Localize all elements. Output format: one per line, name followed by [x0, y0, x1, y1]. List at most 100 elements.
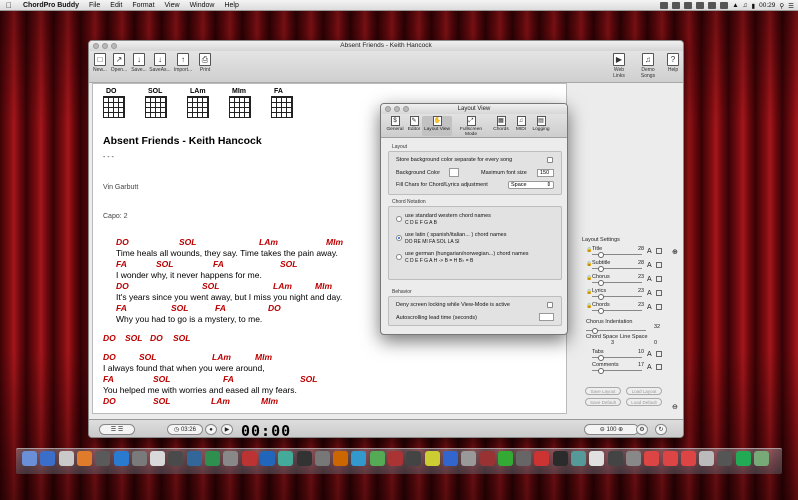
tray-icon[interactable]: [684, 2, 693, 9]
dock-app-icon[interactable]: [589, 451, 605, 466]
dock-app-icon[interactable]: [388, 451, 403, 466]
tab-logging[interactable]: ▤ Logging: [530, 116, 552, 132]
dock-app-icon[interactable]: [186, 451, 202, 466]
dock-app-icon[interactable]: [131, 451, 147, 466]
tray-icon[interactable]: [720, 2, 729, 9]
font-size-slider[interactable]: [592, 252, 642, 258]
font-size-slider[interactable]: [592, 280, 642, 286]
dock-app-icon[interactable]: [351, 451, 367, 466]
tray-icon[interactable]: [660, 2, 669, 9]
open-button[interactable]: ↗ Open...: [108, 53, 130, 73]
dock-app-icon[interactable]: [680, 451, 696, 466]
tab-layout-view[interactable]: ✋ Layout View: [422, 116, 452, 136]
dock-app-icon[interactable]: [259, 451, 275, 466]
menu-format[interactable]: Format: [127, 2, 159, 9]
zoom-button[interactable]: [111, 43, 117, 49]
latin-notation-radio[interactable]: [396, 235, 402, 241]
tab-fullscreen-mode[interactable]: ⤢ Fullscreen Mode: [454, 116, 488, 137]
menu-edit[interactable]: Edit: [105, 2, 127, 9]
settings-gear-icon[interactable]: ⚙: [636, 424, 648, 435]
zoom-out-icon[interactable]: ⊖: [672, 403, 678, 411]
close-button[interactable]: [93, 43, 99, 49]
dock-app-icon[interactable]: [40, 451, 56, 466]
volume-icon[interactable]: ♫: [743, 2, 748, 9]
menu-file[interactable]: File: [84, 2, 105, 9]
font-icon[interactable]: A: [647, 262, 652, 269]
deny-lock-checkbox[interactable]: [547, 302, 553, 308]
dock-app-icon[interactable]: [644, 451, 660, 466]
tray-icon[interactable]: [672, 2, 681, 9]
menu-window[interactable]: Window: [185, 2, 220, 9]
dock-app-icon[interactable]: [516, 451, 532, 466]
dock-app-icon[interactable]: [717, 451, 733, 466]
dock-app-icon[interactable]: [168, 451, 184, 466]
save-layout-button[interactable]: Save Layout: [585, 387, 621, 395]
save-default-button[interactable]: Save Default: [585, 398, 621, 406]
zoom-in-icon[interactable]: ⊕: [672, 248, 678, 256]
font-icon[interactable]: A: [647, 351, 652, 358]
time-display[interactable]: ◷ 03:26: [167, 424, 203, 435]
dock-app-icon[interactable]: [278, 451, 294, 466]
color-swatch[interactable]: [656, 290, 662, 296]
german-notation-radio[interactable]: [396, 254, 402, 260]
zoom-control[interactable]: ⊖ 100 ⊕: [584, 424, 639, 435]
dock-app-icon[interactable]: [150, 451, 166, 466]
load-default-button[interactable]: Load Default: [626, 398, 662, 406]
color-swatch[interactable]: [656, 364, 662, 370]
import-button[interactable]: ↑ Import...: [172, 53, 194, 73]
autoscroll-input[interactable]: [539, 313, 554, 321]
dock-app-icon[interactable]: [735, 451, 751, 466]
dock-app-icon[interactable]: [424, 451, 440, 466]
web-links-button[interactable]: ▶ Web Links: [608, 53, 630, 79]
font-size-slider[interactable]: [592, 294, 642, 300]
play-button[interactable]: ▶: [221, 424, 233, 435]
chorus-indent-slider[interactable]: [586, 328, 646, 334]
notification-icon[interactable]: ☰: [788, 2, 794, 10]
print-button[interactable]: ⎙ Print: [194, 53, 216, 73]
store-bg-checkbox[interactable]: [547, 157, 553, 163]
font-icon[interactable]: A: [647, 304, 652, 311]
font-icon[interactable]: A: [647, 290, 652, 297]
dock-app-icon[interactable]: [754, 451, 769, 466]
dock-app-icon[interactable]: [497, 451, 513, 466]
dock-app-icon[interactable]: [333, 451, 349, 466]
dock-app-icon[interactable]: [552, 451, 568, 466]
tab-midi[interactable]: ♫ MIDI: [510, 116, 532, 132]
max-font-input[interactable]: 150: [537, 169, 554, 177]
close-button[interactable]: [385, 106, 391, 112]
tabs-slider[interactable]: [592, 355, 642, 361]
minimize-button[interactable]: [394, 106, 400, 112]
western-notation-radio[interactable]: [396, 216, 402, 222]
dock-app-icon[interactable]: [113, 451, 129, 466]
refresh-icon[interactable]: ↻: [655, 424, 667, 435]
metronome-icon[interactable]: ●: [205, 424, 217, 435]
dock-app-icon[interactable]: [406, 451, 422, 466]
apple-icon[interactable]: : [0, 1, 18, 10]
font-size-slider[interactable]: [592, 308, 642, 314]
help-button[interactable]: ? Help: [662, 53, 683, 73]
dock-app-icon[interactable]: [625, 451, 641, 466]
dock-app-icon[interactable]: [442, 451, 458, 466]
zoom-button[interactable]: [403, 106, 409, 112]
dialog-titlebar[interactable]: Layout View: [381, 104, 567, 114]
dock-app-icon[interactable]: [607, 451, 623, 466]
tray-icon[interactable]: [708, 2, 717, 9]
dock-app-icon[interactable]: [296, 451, 312, 466]
clock[interactable]: 00:29: [759, 2, 775, 9]
color-swatch[interactable]: [656, 276, 662, 282]
save-as-button[interactable]: ↓ SaveAs...: [149, 53, 171, 73]
dock-app-icon[interactable]: [699, 451, 715, 466]
dock-app-icon[interactable]: [241, 451, 257, 466]
font-icon[interactable]: A: [647, 276, 652, 283]
dock-app-icon[interactable]: [662, 451, 678, 466]
dock-app-icon[interactable]: [314, 451, 330, 466]
dock-app-icon[interactable]: [223, 451, 239, 466]
color-swatch[interactable]: [656, 262, 662, 268]
color-swatch[interactable]: [656, 248, 662, 254]
color-swatch[interactable]: [656, 304, 662, 310]
tab-chords[interactable]: ▦ Chords: [490, 116, 512, 132]
dock-app-icon[interactable]: [95, 451, 111, 466]
load-layout-button[interactable]: Load Layout: [626, 387, 662, 395]
demo-songs-button[interactable]: ♫ Demo Songs: [637, 53, 659, 79]
font-size-slider[interactable]: [592, 266, 642, 272]
